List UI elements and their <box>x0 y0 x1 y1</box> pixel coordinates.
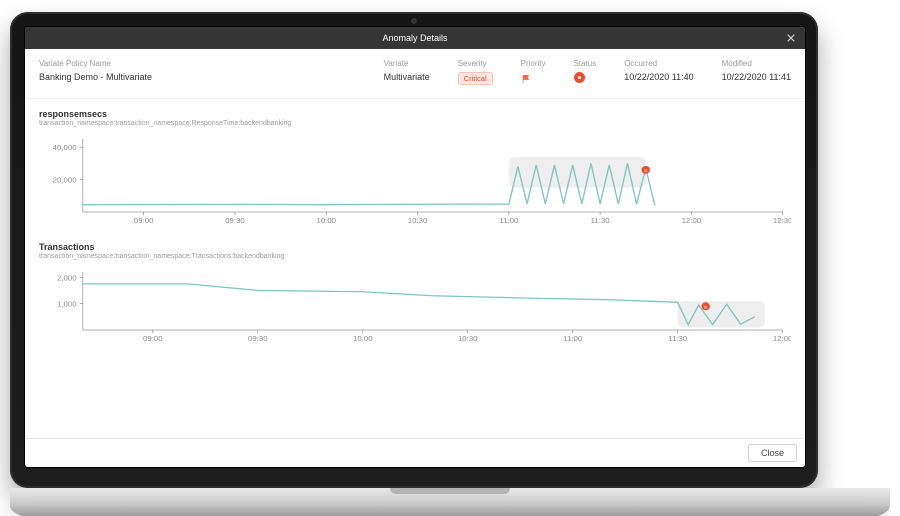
svg-text:10:30: 10:30 <box>458 334 478 343</box>
chart-subtitle: transaction_namespace:transaction_namesp… <box>39 120 791 127</box>
status-indicator-icon <box>574 72 585 83</box>
modified-label: Modified <box>722 59 791 69</box>
chart-canvas[interactable]: 20,000 40,000 09:00 09:30 10:00 10:30 11:00 11:… <box>39 133 791 228</box>
policy-name-label: Variate Policy Name <box>39 59 356 69</box>
svg-text:09:30: 09:30 <box>248 334 268 343</box>
svg-text:09:00: 09:00 <box>134 216 154 225</box>
svg-text:10:00: 10:00 <box>316 216 336 225</box>
svg-text:12:30: 12:30 <box>773 216 791 225</box>
severity-label: Severity <box>458 59 493 69</box>
priority-label: Priority <box>521 59 546 69</box>
occurred-label: Occurred <box>624 59 693 69</box>
svg-text:10:00: 10:00 <box>353 334 373 343</box>
occurred-value: 10/22/2020 11:40 <box>624 72 693 83</box>
modal-title: Anomaly Details <box>382 33 447 43</box>
laptop-base-edge <box>10 506 890 516</box>
modified-value: 10/22/2020 11:41 <box>722 72 791 83</box>
anomaly-meta-row: Variate Policy Name Banking Demo - Multi… <box>25 49 805 99</box>
variate-label: Variate <box>384 59 430 69</box>
svg-text:11:30: 11:30 <box>591 216 610 225</box>
modal-titlebar: Anomaly Details <box>25 27 805 49</box>
svg-text:11:00: 11:00 <box>563 334 582 343</box>
svg-text:✕: ✕ <box>703 305 707 311</box>
chart-title: Transactions <box>39 242 791 252</box>
policy-name-value: Banking Demo - Multivariate <box>39 72 356 83</box>
svg-text:12:00: 12:00 <box>682 216 702 225</box>
svg-text:11:00: 11:00 <box>499 216 518 225</box>
chart-transactions: Transactions transaction_namespace:trans… <box>25 232 805 350</box>
close-button[interactable]: Close <box>748 444 797 462</box>
flag-icon <box>521 72 546 90</box>
close-icon[interactable] <box>783 30 799 46</box>
svg-text:11:30: 11:30 <box>668 334 687 343</box>
chart-subtitle: transaction_namespace:transaction_namesp… <box>39 253 791 260</box>
modal-footer: Close <box>25 438 805 467</box>
svg-text:40,000: 40,000 <box>53 143 77 152</box>
severity-badge: Critical <box>458 72 493 85</box>
chart-canvas[interactable]: 1,000 2,000 09:00 09:30 10:00 10:30 11:00 11:30… <box>39 266 791 346</box>
laptop-camera <box>411 18 417 24</box>
chart-responsemsecs: responsemsecs transaction_namespace:tran… <box>25 99 805 232</box>
variate-value: Multivariate <box>384 72 430 83</box>
svg-text:09:30: 09:30 <box>225 216 245 225</box>
svg-text:2,000: 2,000 <box>57 273 77 282</box>
svg-text:09:00: 09:00 <box>143 334 163 343</box>
laptop-base <box>10 488 890 506</box>
svg-text:✕: ✕ <box>644 168 648 174</box>
svg-text:20,000: 20,000 <box>53 176 77 185</box>
status-label: Status <box>574 59 597 69</box>
svg-text:10:30: 10:30 <box>408 216 428 225</box>
svg-text:12:00: 12:00 <box>773 334 791 343</box>
chart-title: responsemsecs <box>39 109 791 119</box>
svg-text:1,000: 1,000 <box>57 300 77 309</box>
